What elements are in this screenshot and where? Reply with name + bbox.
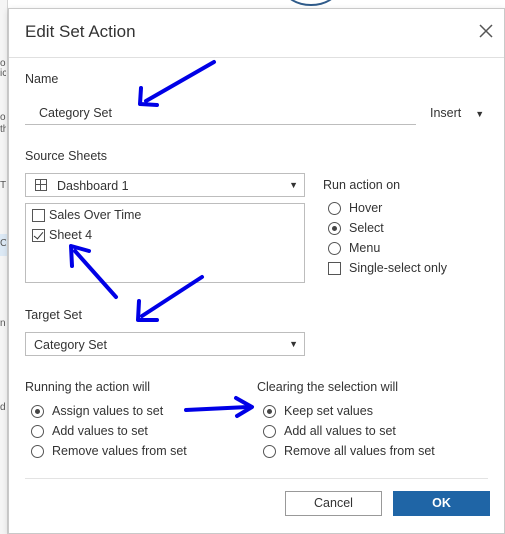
clearing-remove-all-values[interactable]: Remove all values from set <box>263 444 435 458</box>
edit-set-action-dialog: Edit Set Action Name Insert ▼ Source Shee… <box>8 8 505 534</box>
target-set-label: Target Set <box>25 308 82 322</box>
background-app-panel <box>0 0 8 534</box>
cancel-button[interactable]: Cancel <box>285 491 382 516</box>
target-set-value: Category Set <box>34 338 107 352</box>
radio-button[interactable] <box>263 444 276 458</box>
running-action-label: Running the action will <box>25 380 151 394</box>
dialog-title: Edit Set Action <box>25 22 136 41</box>
radio-label: Remove all values from set <box>284 444 435 458</box>
source-sheets-label: Source Sheets <box>25 149 107 163</box>
sheet-item-label: Sales Over Time <box>49 208 142 222</box>
clearing-add-all-values[interactable]: Add all values to set <box>263 424 396 438</box>
run-action-hover[interactable]: Hover <box>328 201 382 215</box>
source-sheets-dropdown[interactable]: Dashboard 1 ▼ <box>25 173 305 197</box>
radio-label: Add values to set <box>52 424 148 438</box>
run-action-menu[interactable]: Menu <box>328 241 380 255</box>
dashboard-icon <box>35 179 47 191</box>
single-select-checkbox[interactable] <box>328 261 341 275</box>
radio-label: Hover <box>349 201 383 215</box>
radio-button[interactable] <box>31 444 44 458</box>
single-select-only[interactable]: Single-select only <box>328 261 447 275</box>
sheet-item-sheet-4[interactable]: Sheet 4 <box>32 228 92 242</box>
sheet-item-sales-over-time[interactable]: Sales Over Time <box>32 208 141 222</box>
background-text-fragment: n <box>0 318 6 329</box>
footer-divider <box>25 478 488 479</box>
run-action-select[interactable]: Select <box>328 221 384 235</box>
radio-label: Menu <box>349 241 381 255</box>
running-assign-values[interactable]: Assign values to set <box>31 404 163 418</box>
sheet-list: Sales Over Time Sheet 4 <box>25 203 305 283</box>
running-add-values[interactable]: Add values to set <box>31 424 148 438</box>
name-label: Name <box>25 72 59 86</box>
background-text-fragment: th <box>0 124 6 135</box>
radio-label: Remove values from set <box>52 444 187 458</box>
background-text-fragment: ic <box>0 68 6 79</box>
radio-label: Assign values to set <box>52 404 164 418</box>
radio-button[interactable] <box>31 424 44 438</box>
background-text-fragment: T <box>0 180 6 191</box>
sheet-item-label: Sheet 4 <box>49 228 93 242</box>
insert-menu[interactable]: Insert ▼ <box>430 106 484 120</box>
radio-button[interactable] <box>263 424 276 438</box>
caret-down-icon: ▼ <box>289 180 298 190</box>
radio-label: Select <box>349 221 384 235</box>
single-select-label: Single-select only <box>349 261 447 275</box>
radio-button[interactable] <box>328 201 341 215</box>
background-text-fragment: o <box>0 112 6 123</box>
clearing-selection-label: Clearing the selection will <box>257 380 399 394</box>
title-divider <box>9 57 504 58</box>
clearing-keep-set-values[interactable]: Keep set values <box>263 404 373 418</box>
background-text-fragment: C <box>0 238 6 249</box>
radio-button[interactable] <box>328 221 341 235</box>
name-input[interactable] <box>25 101 416 125</box>
source-dropdown-value: Dashboard 1 <box>57 179 129 193</box>
radio-button[interactable] <box>328 241 341 255</box>
sheet-checkbox[interactable] <box>32 228 45 242</box>
close-button[interactable] <box>478 23 494 39</box>
run-action-label: Run action on <box>323 178 401 192</box>
caret-down-icon: ▼ <box>289 339 298 349</box>
insert-label: Insert <box>430 106 462 120</box>
background-shape <box>284 0 338 6</box>
close-icon[interactable] <box>478 23 494 39</box>
ok-button[interactable]: OK <box>393 491 490 516</box>
radio-button[interactable] <box>31 404 44 418</box>
radio-label: Add all values to set <box>284 424 396 438</box>
radio-button[interactable] <box>263 404 276 418</box>
target-set-dropdown[interactable]: Category Set ▼ <box>25 332 305 356</box>
sheet-checkbox[interactable] <box>32 208 45 222</box>
radio-label: Keep set values <box>284 404 373 418</box>
background-text-fragment: d <box>0 402 6 413</box>
caret-down-icon: ▼ <box>475 109 485 119</box>
running-remove-values[interactable]: Remove values from set <box>31 444 187 458</box>
